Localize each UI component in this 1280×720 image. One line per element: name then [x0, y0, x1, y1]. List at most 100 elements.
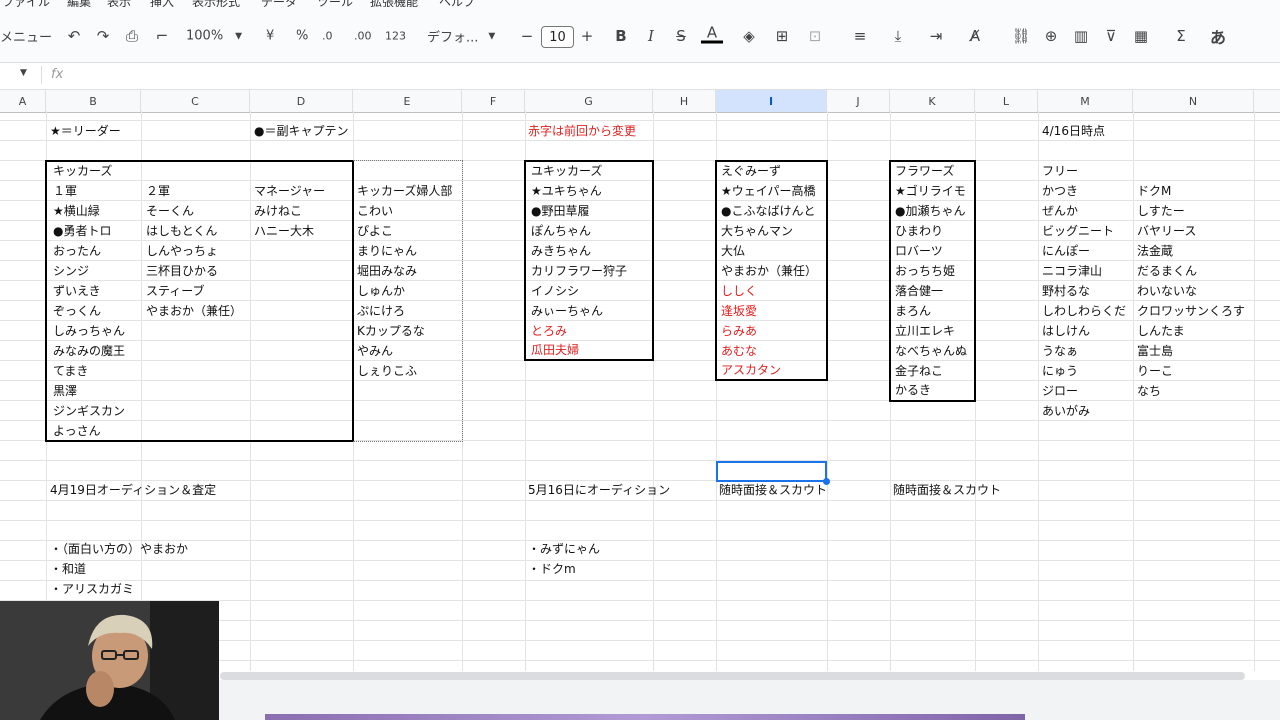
flowers-member[interactable]: おっちち姫: [895, 261, 955, 281]
column-header-c[interactable]: C: [141, 90, 250, 112]
borders-icon[interactable]: ⊞: [771, 25, 793, 47]
flowers-member[interactable]: 金子ねこ: [895, 361, 943, 381]
kickers-col2-member[interactable]: そーくん: [146, 201, 194, 221]
kickers-col1-member[interactable]: しみっちゃん: [53, 321, 125, 341]
egumizu-title[interactable]: えぐみーず: [721, 161, 781, 181]
free-member[interactable]: にゅう: [1042, 361, 1078, 381]
column-header-d[interactable]: D: [250, 90, 353, 112]
column-header-n[interactable]: N: [1133, 90, 1254, 112]
free-member[interactable]: にんぽー: [1042, 241, 1090, 261]
womens-member[interactable]: ぷにけろ: [357, 301, 405, 321]
italic-button[interactable]: I: [640, 25, 662, 47]
kickers-col1-member[interactable]: みなみの魔王: [53, 341, 125, 361]
column-header-i[interactable]: I: [716, 90, 827, 112]
free-member[interactable]: しわしわらくだ: [1042, 301, 1126, 321]
free-member[interactable]: うなぁ: [1042, 341, 1078, 361]
free-member[interactable]: ニコラ津山: [1042, 261, 1102, 281]
womens-member[interactable]: Kカップるな: [357, 321, 425, 341]
sheet-grid[interactable]: ★＝リーダー ●＝副キャプテン 赤字は前回から変更 4/16日時点 キッカーズ …: [0, 111, 1280, 671]
kickers-col1-member[interactable]: シンジ: [53, 261, 89, 281]
kickers-col1-member[interactable]: ★横山緑: [53, 201, 100, 221]
yukikickers-member[interactable]: イノシシ: [531, 281, 579, 301]
zoom-select[interactable]: 100% ▼: [186, 29, 242, 44]
kickers-col1-member[interactable]: ぞっくん: [53, 301, 101, 321]
kickers-col1-member[interactable]: 黒澤: [53, 381, 77, 401]
column-header-f[interactable]: F: [462, 90, 525, 112]
free-member[interactable]: クロワッサンくろす: [1137, 301, 1245, 321]
yukikickers-member[interactable]: みきちゃん: [531, 241, 591, 261]
column-header-e[interactable]: E: [353, 90, 462, 112]
font-size-input[interactable]: 10: [541, 26, 574, 48]
functions-button[interactable]: Σ: [1170, 25, 1192, 47]
print-icon[interactable]: ⎙: [121, 25, 143, 47]
chart-icon[interactable]: ▥: [1070, 25, 1092, 47]
column-header-l[interactable]: L: [975, 90, 1038, 112]
free-member[interactable]: わいないな: [1137, 281, 1197, 301]
column-header-m[interactable]: M: [1038, 90, 1133, 112]
percent-button[interactable]: %: [296, 29, 308, 44]
flowers-member[interactable]: ロバーツ: [895, 241, 943, 261]
undo-icon[interactable]: ↶: [63, 25, 85, 47]
womens-title[interactable]: キッカーズ婦人部: [357, 181, 452, 201]
kickers-col1-member[interactable]: おったん: [53, 241, 101, 261]
egumizu-member[interactable]: 大ちゃんマン: [721, 221, 793, 241]
kickers-col2-member[interactable]: スティーブ: [146, 281, 205, 301]
kickers-col1-member[interactable]: ●勇者トロ: [53, 221, 111, 241]
yukikickers-member[interactable]: ★ユキちゃん: [531, 181, 602, 201]
text-wrap-icon[interactable]: ⇥: [925, 25, 947, 47]
kickers-col1-member[interactable]: てまき: [53, 361, 88, 381]
kickers-col1-member[interactable]: ずいえき: [53, 281, 101, 301]
column-header-k[interactable]: K: [890, 90, 975, 112]
merge-cells-icon[interactable]: ⊡: [804, 25, 826, 47]
font-select[interactable]: デフォ... ▼: [427, 27, 495, 46]
kickers-col2-title[interactable]: ２軍: [146, 181, 170, 201]
egumizu-member[interactable]: 大仏: [721, 241, 745, 261]
date-note[interactable]: 4/16日時点: [1042, 121, 1105, 141]
free-member[interactable]: ビッグニート: [1042, 221, 1114, 241]
redo-icon[interactable]: ↷: [92, 25, 114, 47]
column-header-g[interactable]: G: [525, 90, 653, 112]
kickers-col1-title[interactable]: １軍: [53, 181, 77, 201]
currency-button[interactable]: ¥: [266, 29, 274, 44]
free-member[interactable]: ジロー: [1042, 381, 1078, 401]
comment-icon[interactable]: ⊕: [1040, 25, 1062, 47]
font-size-decrease-icon[interactable]: −: [516, 25, 538, 47]
column-header-a[interactable]: A: [0, 90, 46, 112]
free-member[interactable]: はしけん: [1042, 321, 1090, 341]
yukikickers-member[interactable]: カリフラワー狩子: [531, 261, 627, 281]
yukikickers-member-new[interactable]: 瓜田夫婦: [531, 340, 579, 360]
font-size-increase-icon[interactable]: +: [576, 25, 598, 47]
egumizu-member-new[interactable]: アスカタン: [721, 360, 781, 380]
audition1-note[interactable]: 4月19日オーディション＆査定: [50, 480, 216, 500]
free-member[interactable]: 野村るな: [1042, 281, 1090, 301]
selected-cell[interactable]: [716, 461, 827, 482]
egumizu-member-new[interactable]: ししく: [721, 281, 757, 301]
column-header-b[interactable]: B: [46, 90, 141, 112]
free-member[interactable]: あいがみ: [1042, 401, 1090, 421]
egumizu-member[interactable]: ★ウェイパー高橋: [721, 181, 816, 201]
egumizu-member[interactable]: ●こふなばけんと: [721, 201, 815, 221]
flowers-member[interactable]: まろん: [895, 301, 931, 321]
flowers-member[interactable]: 落合健一: [895, 281, 943, 301]
flowers-member[interactable]: ★ゴリライモ: [895, 181, 966, 201]
paint-format-icon[interactable]: ⌐: [151, 25, 173, 47]
free-member[interactable]: なち: [1137, 381, 1161, 401]
free-member[interactable]: 法金蔵: [1137, 241, 1173, 261]
womens-member[interactable]: しぇりこふ: [357, 361, 417, 381]
interview1-note[interactable]: 随時面接＆スカウト: [719, 480, 827, 500]
kickers-col3-title[interactable]: マネージャー: [254, 181, 325, 201]
text-color-button[interactable]: A: [701, 24, 723, 44]
womens-member[interactable]: やみん: [357, 341, 393, 361]
free-title[interactable]: フリー: [1042, 161, 1078, 181]
audition2-note[interactable]: 5月16日にオーディション: [528, 480, 670, 500]
name-box-dropdown-icon[interactable]: ▼: [20, 68, 27, 78]
womens-member[interactable]: こわい: [357, 201, 393, 221]
free-member[interactable]: しすたー: [1137, 201, 1185, 221]
yukikickers-member[interactable]: ●野田草履: [531, 201, 589, 221]
menu-search-button[interactable]: メニュー: [0, 27, 52, 46]
fill-color-icon[interactable]: ◈: [738, 25, 760, 47]
filter-views-icon[interactable]: ▦: [1130, 25, 1152, 47]
decrease-decimal-button[interactable]: .0: [322, 30, 333, 43]
kickers-col2-member[interactable]: やまおか（兼任）: [146, 301, 242, 321]
changes-note[interactable]: 赤字は前回から変更: [528, 121, 636, 141]
